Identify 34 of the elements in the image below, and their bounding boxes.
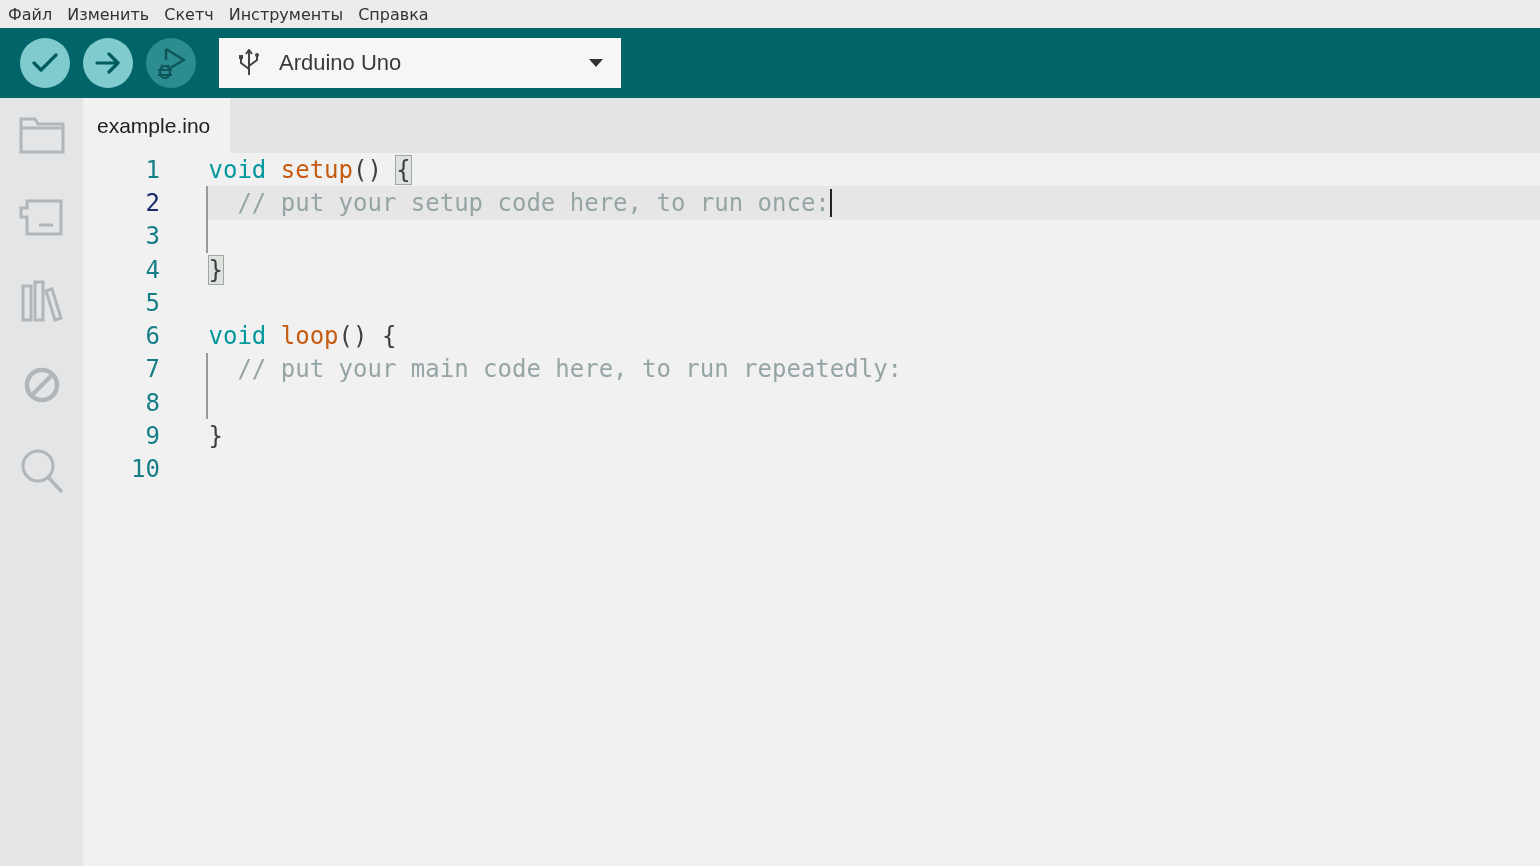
line-number: 7 [144,355,161,384]
usb-icon [237,49,261,77]
folder-icon[interactable] [18,116,65,154]
code-line: // put your main code here, to run repeatedly: [236,354,904,386]
menu-item[interactable]: Справка [358,4,429,24]
file-tab[interactable]: example.ino [83,98,231,153]
line-number: 3 [144,222,161,251]
board-icon[interactable] [18,198,65,236]
menu-item[interactable]: Изменить [67,4,150,24]
search-icon[interactable] [19,448,64,494]
code-line: } [207,421,224,452]
books-icon[interactable] [19,280,64,322]
line-number: 9 [144,422,161,450]
code-line: void loop() { [207,321,398,353]
menu-item[interactable]: Инструменты [228,4,344,24]
line-number: 8 [144,388,161,417]
menu-item[interactable]: Скетч [164,4,214,24]
code-line: void setup() { [207,154,412,186]
text-cursor [829,188,832,217]
board-selector[interactable]: Arduino Uno [219,38,621,88]
play-bug-icon [156,46,186,80]
line-number: 2 [144,188,161,217]
line-number: 5 [144,288,161,317]
prohibited-icon[interactable] [22,366,61,404]
line-number: 10 [130,455,161,484]
line-number: 6 [144,322,161,351]
arrow-right-icon [95,52,121,74]
upload-button[interactable] [83,38,133,88]
checkmark-icon [32,53,58,73]
verify-button[interactable] [20,38,70,88]
line-number: 1 [144,155,161,184]
menu-item[interactable]: Файл [8,4,53,24]
line-number: 4 [144,255,161,284]
dropdown-caret-icon [589,59,603,67]
